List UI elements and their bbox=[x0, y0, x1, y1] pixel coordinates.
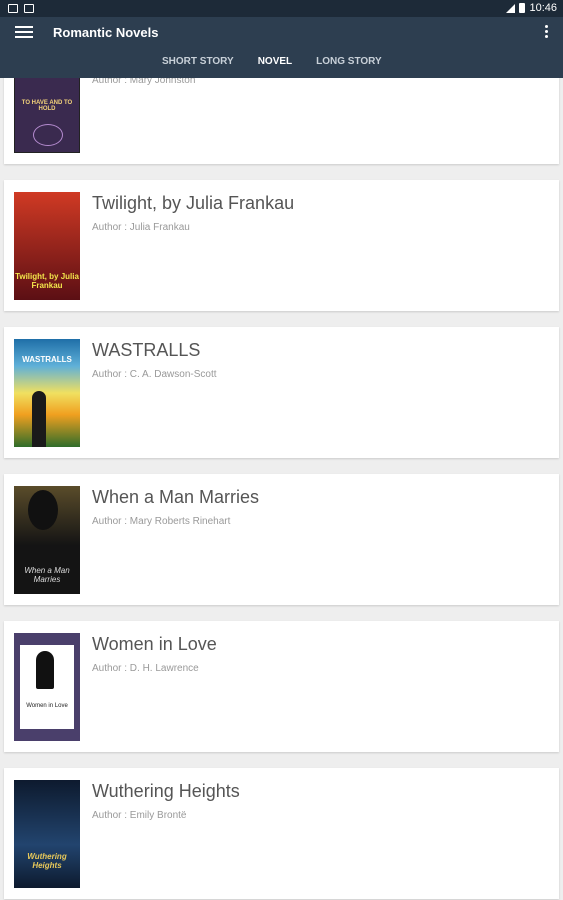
cover-title: When a Man Marries bbox=[24, 566, 70, 584]
tab-long-story[interactable]: LONG STORY bbox=[304, 54, 394, 78]
book-title[interactable]: Wuthering Heights bbox=[92, 781, 240, 802]
silhouette bbox=[36, 651, 54, 689]
app-title: Romantic Novels bbox=[53, 25, 159, 40]
cover-title: WASTRALLS bbox=[22, 355, 72, 364]
book-card[interactable]: WASTRALLS WASTRALLS Author : C. A. Dawso… bbox=[4, 327, 559, 458]
book-author: Author : Mary Roberts Rinehart bbox=[92, 516, 231, 527]
book-cover: When a Man Marries bbox=[14, 486, 80, 594]
book-cover: Women in Love bbox=[14, 633, 80, 741]
more-options-icon[interactable] bbox=[543, 25, 549, 41]
book-author: Author : D. H. Lawrence bbox=[92, 663, 199, 674]
signal-icon bbox=[506, 3, 516, 13]
book-list[interactable]: TO HAVE AND TO HOLD Author : Mary Johnst… bbox=[0, 78, 563, 900]
notification-icons bbox=[8, 4, 34, 13]
book-title[interactable]: Twilight, by Julia Frankau bbox=[92, 193, 294, 214]
book-author: Author : C. A. Dawson-Scott bbox=[92, 369, 217, 380]
book-cover: Wuthering Heights bbox=[14, 780, 80, 888]
cover-title: Women in Love bbox=[26, 703, 68, 709]
tab-novel[interactable]: NOVEL bbox=[241, 54, 309, 83]
book-cover: TO HAVE AND TO HOLD bbox=[14, 78, 80, 153]
book-card[interactable]: Wuthering Heights Wuthering Heights Auth… bbox=[4, 768, 559, 899]
cover-title: TO HAVE AND TO HOLD bbox=[21, 100, 73, 112]
wreath-icon bbox=[33, 124, 63, 146]
cover-title: Wuthering Heights bbox=[27, 852, 67, 870]
book-cover: Twilight, by Julia Frankau bbox=[14, 192, 80, 300]
book-card[interactable]: Women in Love Women in Love Author : D. … bbox=[4, 621, 559, 752]
status-bar: 10:46 bbox=[0, 0, 563, 17]
menu-icon[interactable] bbox=[15, 26, 33, 40]
tab-short-story[interactable]: SHORT STORY bbox=[150, 54, 246, 78]
app-bar: Romantic Novels SHORT STORY NOVEL LONG S… bbox=[0, 17, 563, 83]
clock: 10:46 bbox=[529, 2, 557, 14]
book-cover: WASTRALLS bbox=[14, 339, 80, 447]
book-author: Author : Emily Brontë bbox=[92, 810, 187, 821]
book-title[interactable]: Women in Love bbox=[92, 634, 217, 655]
book-title[interactable]: When a Man Marries bbox=[92, 487, 259, 508]
book-card[interactable]: Twilight, by Julia Frankau Twilight, by … bbox=[4, 180, 559, 311]
silhouette bbox=[32, 391, 46, 447]
book-card[interactable]: When a Man Marries When a Man Marries Au… bbox=[4, 474, 559, 605]
notification-icon bbox=[8, 4, 18, 13]
book-author: Author : Julia Frankau bbox=[92, 222, 190, 233]
book-card[interactable]: TO HAVE AND TO HOLD Author : Mary Johnst… bbox=[4, 78, 559, 164]
tab-bar: SHORT STORY NOVEL LONG STORY bbox=[150, 54, 394, 83]
silhouette bbox=[28, 490, 58, 530]
battery-icon bbox=[519, 3, 526, 13]
book-author: Author : Mary Johnston bbox=[92, 78, 196, 86]
cover-title: Twilight, by Julia Frankau bbox=[15, 272, 79, 290]
book-title[interactable]: WASTRALLS bbox=[92, 340, 200, 361]
notification-icon bbox=[24, 4, 34, 13]
